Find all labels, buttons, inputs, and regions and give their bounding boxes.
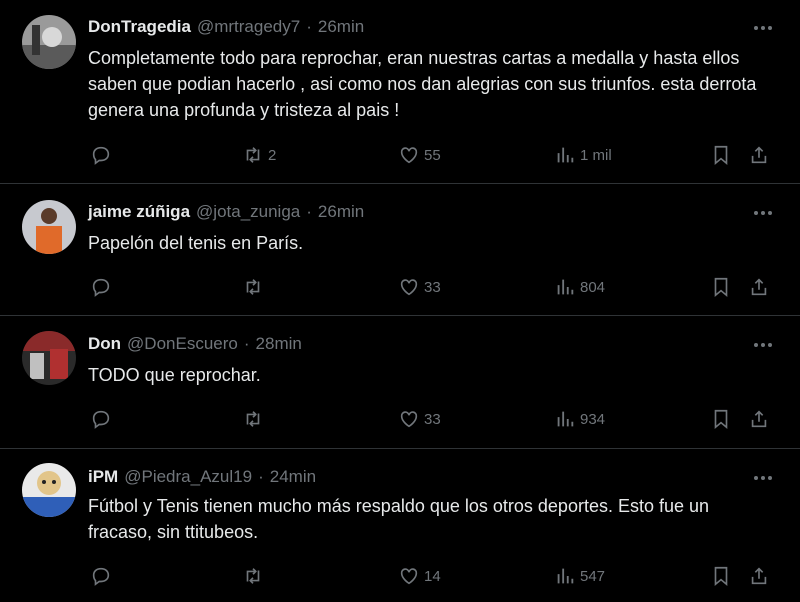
share-button[interactable] xyxy=(748,140,770,170)
tweet[interactable]: DonTragedia @mrtragedy7 · 26min Completa… xyxy=(0,0,800,184)
more-icon[interactable] xyxy=(752,23,774,33)
share-button[interactable] xyxy=(748,404,770,434)
tweet-header: Don @DonEscuero · 28min xyxy=(88,334,302,354)
retweet-button[interactable] xyxy=(242,561,268,591)
tweet-text: Papelón del tenis en París. xyxy=(88,233,304,253)
display-name[interactable]: iPM xyxy=(88,467,118,487)
reply-icon xyxy=(92,410,110,429)
retweet-icon xyxy=(246,411,260,427)
user-handle[interactable]: @mrtragedy7 xyxy=(197,17,300,37)
display-name[interactable]: DonTragedia xyxy=(88,17,191,37)
like-button[interactable]: 55 xyxy=(398,140,441,170)
retweet-icon xyxy=(246,568,260,584)
heart-icon xyxy=(400,411,418,428)
more-icon[interactable] xyxy=(752,473,774,483)
retweet-count: 2 xyxy=(268,146,277,164)
reply-button[interactable] xyxy=(90,561,116,591)
like-count: 14 xyxy=(424,567,441,585)
reply-button[interactable] xyxy=(90,404,116,434)
tweet-header: iPM @Piedra_Azul19 · 24min xyxy=(88,467,316,487)
view-count: 1 mil xyxy=(580,146,612,164)
separator: · xyxy=(306,17,312,36)
user-handle[interactable]: @jota_zuniga xyxy=(196,202,300,222)
reply-icon xyxy=(92,567,110,586)
heart-icon xyxy=(400,147,418,164)
views-button[interactable]: 547 xyxy=(554,561,605,591)
tweet-text: Fútbol y Tenis tienen mucho más respaldo… xyxy=(88,496,710,542)
retweet-button[interactable] xyxy=(242,272,268,302)
action-bar: 2 55 1 mil xyxy=(88,140,778,170)
separator: · xyxy=(258,467,264,486)
views-button[interactable]: 1 mil xyxy=(554,140,612,170)
tweet[interactable]: jaime zúñiga @jota_zuniga · 26min Papeló… xyxy=(0,184,800,316)
bookmark-button[interactable] xyxy=(710,561,732,591)
views-button[interactable]: 804 xyxy=(554,272,605,302)
reply-icon xyxy=(92,278,110,297)
tweet-header: DonTragedia @mrtragedy7 · 26min xyxy=(88,17,364,37)
view-count: 934 xyxy=(580,410,606,428)
retweet-button[interactable] xyxy=(242,404,268,434)
bookmark-icon xyxy=(714,409,728,430)
like-count: 33 xyxy=(424,278,441,296)
bookmark-icon xyxy=(714,277,728,298)
avatar[interactable] xyxy=(22,331,76,385)
reply-button[interactable] xyxy=(90,140,116,170)
views-button[interactable]: 934 xyxy=(554,404,605,434)
user-handle[interactable]: @DonEscuero xyxy=(127,334,238,354)
timestamp[interactable]: 26min xyxy=(318,17,364,37)
display-name[interactable]: jaime zúñiga xyxy=(88,202,190,222)
separator: · xyxy=(243,334,250,353)
bookmark-button[interactable] xyxy=(710,404,732,434)
tweet[interactable]: Don @DonEscuero · 28min TODO que reproch… xyxy=(0,316,800,449)
action-bar: 14 547 xyxy=(88,561,778,591)
share-icon xyxy=(751,410,767,428)
reply-feed: DonTragedia @mrtragedy7 · 26min Completa… xyxy=(0,0,800,602)
avatar[interactable] xyxy=(22,15,76,69)
retweet-icon xyxy=(246,279,260,295)
user-handle[interactable]: @Piedra_Azul19 xyxy=(124,467,252,487)
more-icon[interactable] xyxy=(752,208,774,218)
tweet-header: jaime zúñiga @jota_zuniga · 26min xyxy=(88,202,364,222)
bookmark-button[interactable] xyxy=(710,272,732,302)
timestamp[interactable]: 26min xyxy=(318,202,364,222)
avatar[interactable] xyxy=(22,463,76,517)
like-count: 33 xyxy=(424,410,441,428)
share-icon xyxy=(751,278,767,296)
analytics-icon xyxy=(557,279,574,295)
analytics-icon xyxy=(557,147,574,163)
bookmark-icon xyxy=(714,566,728,587)
display-name[interactable]: Don xyxy=(88,334,121,354)
analytics-icon xyxy=(557,568,574,584)
bookmark-icon xyxy=(714,145,728,166)
share-icon xyxy=(751,146,767,164)
action-bar: 33 934 xyxy=(88,404,778,434)
timestamp[interactable]: 24min xyxy=(270,467,316,487)
more-icon[interactable] xyxy=(752,340,774,350)
like-button[interactable]: 14 xyxy=(398,561,441,591)
like-button[interactable]: 33 xyxy=(398,404,441,434)
retweet-button[interactable]: 2 xyxy=(242,140,276,170)
share-button[interactable] xyxy=(748,272,770,302)
view-count: 804 xyxy=(580,278,606,296)
view-count: 547 xyxy=(580,567,606,585)
tweet-text: Completamente todo para reprochar, eran … xyxy=(88,48,757,120)
heart-icon xyxy=(400,568,418,585)
separator: · xyxy=(306,202,312,221)
share-icon xyxy=(751,567,767,585)
bookmark-button[interactable] xyxy=(710,140,732,170)
tweet-text: TODO que reprochar. xyxy=(88,365,261,385)
timestamp[interactable]: 28min xyxy=(256,334,302,354)
analytics-icon xyxy=(557,411,574,427)
like-button[interactable]: 33 xyxy=(398,272,441,302)
reply-icon xyxy=(92,146,110,165)
action-bar: 33 804 xyxy=(88,272,778,302)
heart-icon xyxy=(400,279,418,296)
tweet[interactable]: iPM @Piedra_Azul19 · 24min Fútbol y Teni… xyxy=(0,449,800,602)
share-button[interactable] xyxy=(748,561,770,591)
avatar[interactable] xyxy=(22,200,76,254)
retweet-icon xyxy=(246,147,260,163)
reply-button[interactable] xyxy=(90,272,116,302)
like-count: 55 xyxy=(424,146,441,164)
